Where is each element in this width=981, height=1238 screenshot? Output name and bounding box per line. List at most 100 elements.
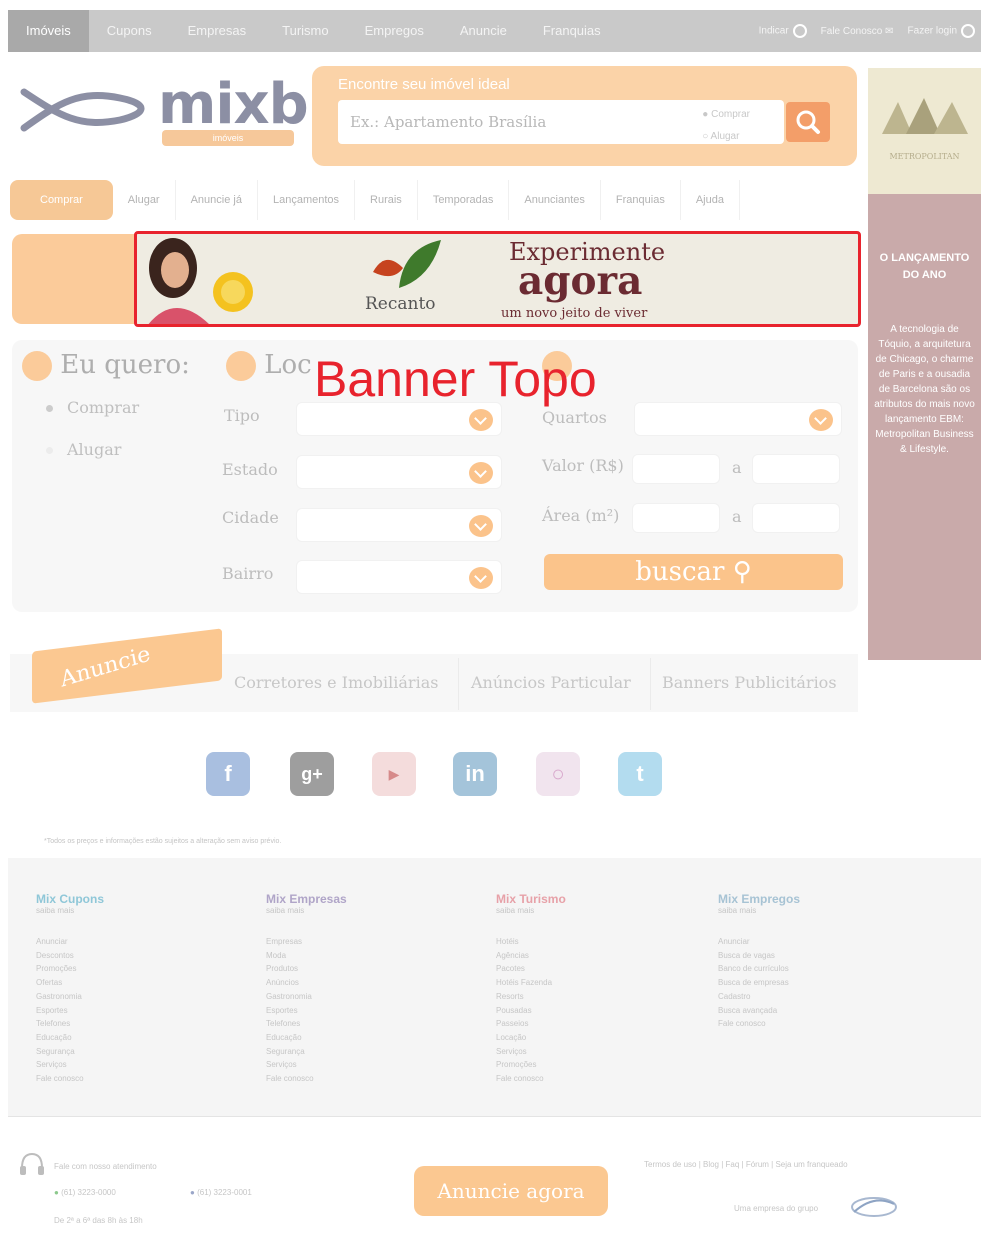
radio-comprar[interactable]: ● Comprar <box>702 104 750 126</box>
link-banners[interactable]: Banners Publicitários <box>662 673 837 692</box>
youtube-icon[interactable]: ▶ <box>372 752 416 796</box>
area-min-input[interactable] <box>632 503 720 533</box>
footer-link[interactable]: Ofertas <box>36 976 104 990</box>
footer-link[interactable]: Locação <box>496 1031 566 1045</box>
footer-link[interactable]: Hotéis <box>496 935 566 949</box>
footer-link[interactable]: Anunciar <box>36 935 104 949</box>
tab-comprar[interactable]: Comprar <box>10 180 113 220</box>
indicar-link[interactable]: Indicar <box>759 24 807 38</box>
search-input[interactable]: Ex.: Apartamento Brasília ● Comprar ○ Al… <box>338 100 784 144</box>
footer-link[interactable]: Telefones <box>266 1017 347 1031</box>
nav-tab-franquias[interactable]: Franquias <box>525 10 619 52</box>
fale-conosco-link[interactable]: Fale Conosco ✉ <box>821 26 894 37</box>
tab-ajuda[interactable]: Ajuda <box>681 180 740 220</box>
tab-franquias[interactable]: Franquias <box>601 180 681 220</box>
footer-link[interactable]: Fale conosco <box>496 1072 566 1086</box>
footer-link[interactable]: Esportes <box>36 1004 104 1018</box>
footer-link[interactable]: Produtos <box>266 962 347 976</box>
nav-tab-cupons[interactable]: Cupons <box>89 10 170 52</box>
footer-link[interactable]: Busca de empresas <box>718 976 800 990</box>
footer-col-title[interactable]: Mix Empregos <box>718 892 800 906</box>
link-corretores[interactable]: Corretores e Imobiliárias <box>234 673 438 692</box>
footer-link[interactable]: Serviços <box>36 1058 104 1072</box>
footer-link[interactable]: Serviços <box>496 1045 566 1059</box>
footer-link[interactable]: Segurança <box>266 1045 347 1059</box>
google-plus-icon[interactable]: g+ <box>290 752 334 796</box>
tab-rurais[interactable]: Rurais <box>355 180 418 220</box>
footer-link[interactable]: Hotéis Fazenda <box>496 976 566 990</box>
footer-col-sub[interactable]: saiba mais <box>36 906 104 915</box>
login-link[interactable]: Fazer login <box>908 24 975 38</box>
quartos-select[interactable] <box>634 402 842 436</box>
footer-link[interactable]: Serviços <box>266 1058 347 1072</box>
estado-select[interactable] <box>296 455 502 489</box>
footer-col-title[interactable]: Mix Empresas <box>266 892 347 906</box>
footer-link[interactable]: Agências <box>496 949 566 963</box>
nav-tab-empresas[interactable]: Empresas <box>170 10 265 52</box>
footer-link[interactable]: Gastronomia <box>36 990 104 1004</box>
footer-link[interactable]: Moda <box>266 949 347 963</box>
tab-temporadas[interactable]: Temporadas <box>418 180 510 220</box>
valor-min-input[interactable] <box>632 454 720 484</box>
nav-tab-anuncie[interactable]: Anuncie <box>442 10 525 52</box>
flickr-icon[interactable]: ○ <box>536 752 580 796</box>
banner-line3: um novo jeito de viver <box>501 306 648 321</box>
footer-link[interactable]: Gastronomia <box>266 990 347 1004</box>
footer-link[interactable]: Passeios <box>496 1017 566 1031</box>
footer-col-sub[interactable]: saiba mais <box>496 906 566 915</box>
footer-link[interactable]: Empresas <box>266 935 347 949</box>
footer-link[interactable]: Busca avançada <box>718 1004 800 1018</box>
linkedin-icon[interactable]: in <box>453 752 497 796</box>
footer-link[interactable]: Banco de currículos <box>718 962 800 976</box>
footer-link[interactable]: Promoções <box>36 962 104 976</box>
footer-link[interactable]: Telefones <box>36 1017 104 1031</box>
footer-links[interactable]: Termos de uso | Blog | Faq | Fórum | Sej… <box>644 1160 848 1169</box>
footer-link[interactable]: Segurança <box>36 1045 104 1059</box>
filter-radio-comprar[interactable]: Comprar <box>46 398 139 417</box>
cidade-select[interactable] <box>296 508 502 542</box>
link-anuncios-particular[interactable]: Anúncios Particular <box>471 673 631 692</box>
radio-alugar[interactable]: ○ Alugar <box>702 126 750 148</box>
footer-col-title[interactable]: Mix Turismo <box>496 892 566 906</box>
area-max-input[interactable] <box>752 503 840 533</box>
footer-link[interactable]: Busca de vagas <box>718 949 800 963</box>
filter-radio-alugar[interactable]: Alugar <box>46 440 121 459</box>
tab-anunciantes[interactable]: Anunciantes <box>509 180 601 220</box>
nav-tab-imoveis[interactable]: Imóveis <box>8 10 89 52</box>
footer-link[interactable]: Cadastro <box>718 990 800 1004</box>
footer-link[interactable]: Fale conosco <box>718 1017 800 1031</box>
footer-col-title[interactable]: Mix Cupons <box>36 892 104 906</box>
footer-link[interactable]: Educação <box>266 1031 347 1045</box>
footer-link[interactable]: Fale conosco <box>36 1072 104 1086</box>
tab-alugar[interactable]: Alugar <box>113 180 176 220</box>
site-logo[interactable]: mixbr imóveis <box>20 72 335 152</box>
valor-max-input[interactable] <box>752 454 840 484</box>
step1-title: Eu quero: <box>22 350 190 381</box>
footer-link[interactable]: Resorts <box>496 990 566 1004</box>
footer-link[interactable]: Anunciar <box>718 935 800 949</box>
tab-lancamentos[interactable]: Lançamentos <box>258 180 356 220</box>
nav-tab-turismo[interactable]: Turismo <box>264 10 346 52</box>
footer-link[interactable]: Anúncios <box>266 976 347 990</box>
sidebar-ad-logo[interactable]: METROPOLITAN <box>868 68 981 194</box>
footer-link[interactable]: Descontos <box>36 949 104 963</box>
footer-link[interactable]: Esportes <box>266 1004 347 1018</box>
top-banner[interactable]: Recanto Experimente agora um novo jeito … <box>134 231 861 327</box>
footer-col-sub[interactable]: saiba mais <box>266 906 347 915</box>
footer-link[interactable]: Pousadas <box>496 1004 566 1018</box>
group-logo-icon[interactable] <box>848 1194 900 1220</box>
footer-link[interactable]: Pacotes <box>496 962 566 976</box>
nav-tab-empregos[interactable]: Empregos <box>347 10 442 52</box>
footer-link[interactable]: Fale conosco <box>266 1072 347 1086</box>
tab-anuncie-ja[interactable]: Anuncie já <box>176 180 258 220</box>
footer-link[interactable]: Promoções <box>496 1058 566 1072</box>
footer-col-sub[interactable]: saiba mais <box>718 906 800 915</box>
search-button[interactable] <box>786 102 830 142</box>
bairro-select[interactable] <box>296 560 502 594</box>
buscar-button[interactable]: buscar ⚲ <box>544 554 843 590</box>
facebook-icon[interactable]: f <box>206 752 250 796</box>
sidebar-ad[interactable]: O LANÇAMENTO DO ANO A tecnologia de Tóqu… <box>868 194 981 660</box>
anuncie-agora-button[interactable]: Anuncie agora <box>414 1166 608 1216</box>
twitter-icon[interactable]: t <box>618 752 662 796</box>
footer-link[interactable]: Educação <box>36 1031 104 1045</box>
